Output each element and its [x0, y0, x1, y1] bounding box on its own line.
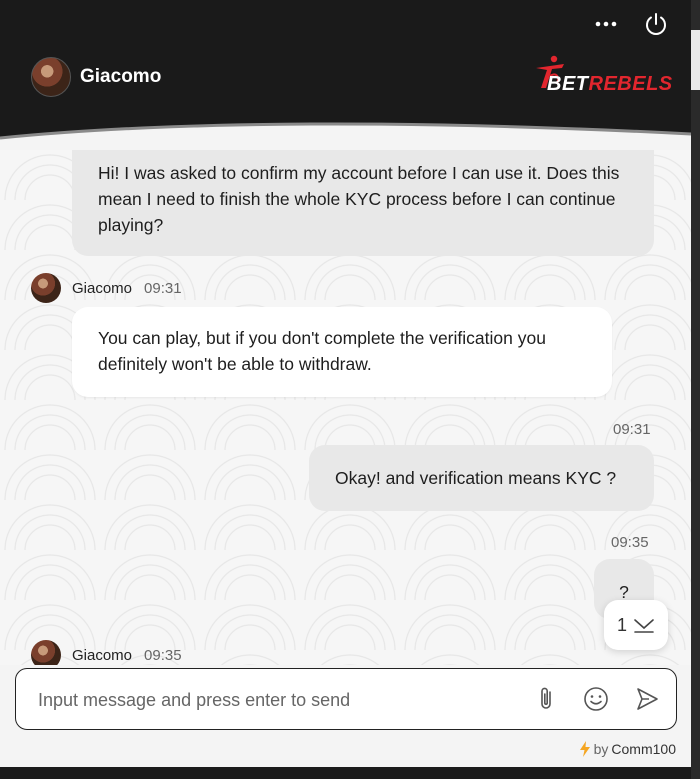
unread-count: 1 — [616, 614, 627, 635]
scroll-to-unread-button[interactable]: 1 — [604, 600, 668, 650]
chat-widget: Giacomo BETREBELS Hi! I was asked to con… — [0, 0, 691, 767]
agent-avatar — [31, 273, 61, 303]
chevron-down-icon — [634, 619, 654, 633]
power-icon[interactable] — [643, 11, 669, 37]
message-timestamp: 09:31 — [144, 279, 182, 297]
message-timestamp: 09:35 — [144, 646, 182, 664]
header-curve-divider — [0, 122, 691, 152]
message-timestamp: 09:35 — [611, 534, 649, 551]
message-list[interactable]: Hi! I was asked to confirm my account be… — [0, 150, 691, 665]
vendor-name: Comm100 — [611, 741, 676, 757]
powered-by-label: by — [593, 741, 609, 757]
background-page-fragment — [691, 30, 700, 90]
chat-header: Giacomo BETREBELS — [0, 0, 691, 152]
agent-name-label: Giacomo — [72, 279, 133, 297]
agent-avatar — [31, 640, 61, 665]
user-message-bubble: Hi! I was asked to confirm my account be… — [72, 150, 654, 256]
attachment-icon[interactable] — [533, 685, 561, 713]
more-options-icon[interactable] — [592, 14, 620, 34]
emoji-icon[interactable] — [582, 685, 610, 713]
agent-name: Giacomo — [80, 66, 162, 87]
powered-by-footer[interactable]: by Comm100 — [579, 741, 676, 757]
lightning-icon — [579, 741, 590, 757]
background-page-edge — [691, 0, 700, 779]
agent-message-bubble: You can play, but if you don't complete … — [72, 307, 612, 397]
message-composer — [15, 668, 677, 730]
message-input[interactable] — [36, 679, 520, 721]
agent-message-meta: Giacomo 09:31 — [31, 273, 182, 303]
message-timestamp: 09:31 — [613, 421, 651, 438]
user-message-bubble: Okay! and verification means KYC ? — [309, 445, 654, 511]
agent-avatar — [31, 57, 71, 97]
agent-name-label: Giacomo — [72, 646, 133, 664]
send-icon[interactable] — [633, 685, 661, 713]
agent-message-meta: Giacomo 09:35 — [31, 640, 182, 665]
brand-logo-text: BETREBELS — [547, 73, 673, 95]
